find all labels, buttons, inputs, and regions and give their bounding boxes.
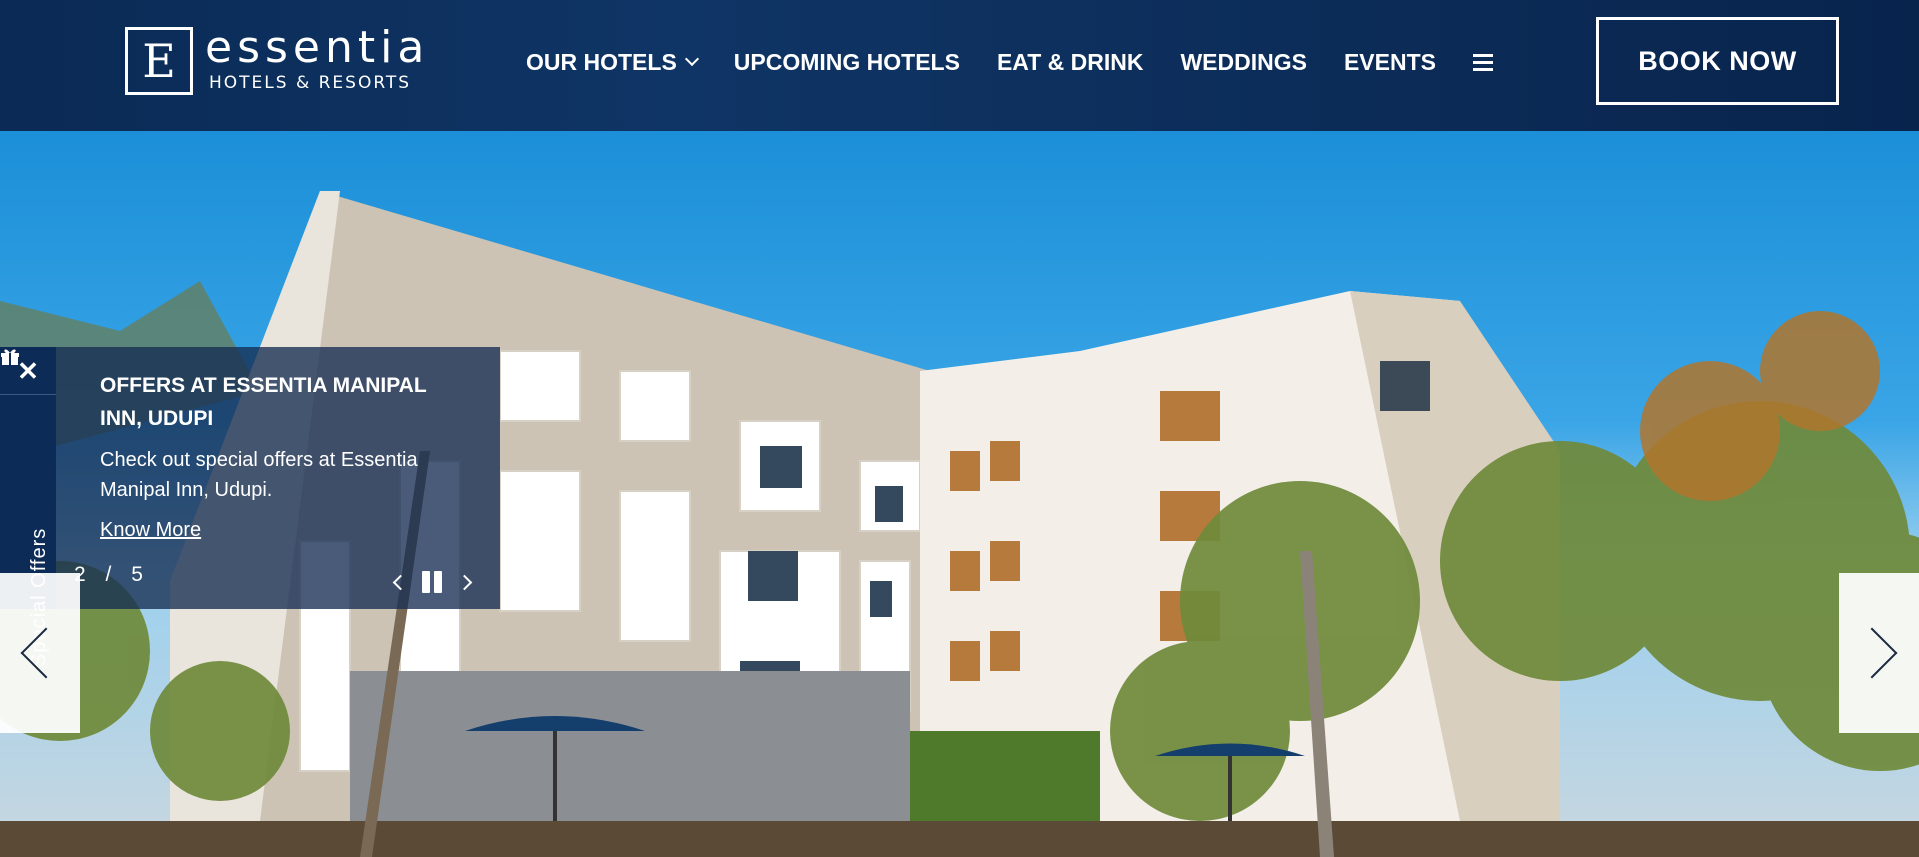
chevron-right-icon[interactable] (456, 574, 473, 591)
nav-events[interactable]: EVENTS (1344, 49, 1436, 76)
arrow-left-icon (20, 627, 72, 679)
slider-next-button[interactable] (1839, 573, 1919, 733)
nav-our-hotels[interactable]: OUR HOTELS (526, 48, 699, 76)
chevron-down-icon (684, 51, 699, 67)
offer-panel: OFFERS AT ESSENTIA MANIPAL INN, UDUPI Ch… (56, 347, 500, 609)
hamburger-icon[interactable] (1473, 53, 1493, 71)
offer-total: 5 (131, 563, 143, 586)
nav-upcoming-hotels[interactable]: UPCOMING HOTELS (734, 49, 960, 76)
logo-tagline: HOTELS & RESORTS (209, 73, 412, 93)
special-offers-tab[interactable]: ✕ Special Offers (0, 347, 56, 667)
logo-wordmark: essentia (205, 22, 430, 73)
chevron-left-icon[interactable] (392, 574, 409, 591)
offer-title: OFFERS AT ESSENTIA MANIPAL INN, UDUPI (100, 374, 427, 430)
book-now-button[interactable]: BOOK NOW (1596, 17, 1839, 105)
slider-prev-button[interactable] (0, 573, 80, 733)
main-nav: OUR HOTELS UPCOMING HOTELS EAT & DRINK W… (526, 47, 1493, 77)
nav-eat-drink[interactable]: EAT & DRINK (997, 49, 1144, 76)
pause-icon[interactable] (422, 571, 444, 593)
arrow-right-icon (1846, 627, 1898, 679)
gift-icon (1, 349, 19, 365)
brand-logo[interactable]: E essentia HOTELS & RESORTS (125, 22, 430, 96)
site-header: E essentia HOTELS & RESORTS OUR HOTELS U… (0, 0, 1919, 131)
offer-counter: 2 / 5 (74, 563, 157, 587)
hero-slider: ✕ Special Offers OFFERS AT ESSENTIA MANI… (0, 131, 1919, 857)
logo-mark: E (125, 27, 193, 95)
nav-our-hotels-label: OUR HOTELS (526, 48, 677, 75)
nav-weddings[interactable]: WEDDINGS (1180, 49, 1307, 76)
offer-description: Check out special offers at Essentia Man… (100, 449, 418, 501)
offer-separator: / (105, 563, 112, 586)
know-more-link[interactable]: Know More (100, 519, 201, 542)
